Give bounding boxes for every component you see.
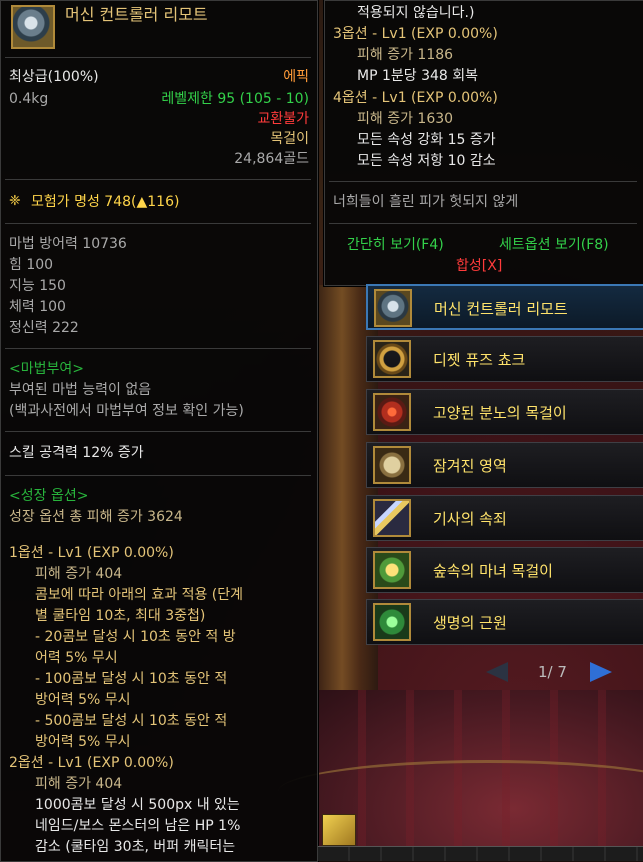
option-line: 1000콤보 달성 시 500px 내 있는	[35, 797, 240, 813]
item-price: 24,864골드	[234, 151, 309, 167]
carpet-floor	[278, 690, 643, 860]
popup-line: 피해 증가 1186	[357, 47, 454, 63]
set-list-item[interactable]: 생명의 근원	[366, 599, 643, 645]
set-list-item-label: 기사의 속죄	[433, 510, 507, 528]
simple-view-button[interactable]: 간단히 보기(F4)	[347, 235, 444, 255]
option-line: - 20콤보 달성 시 10초 동안 적 방	[35, 629, 236, 645]
option-line: 2옵션 - Lv1 (EXP 0.00%)	[9, 755, 174, 771]
popup-line: 적용되지 않습니다.)	[357, 5, 475, 21]
divider	[329, 181, 637, 182]
option-line: 어력 5% 무시	[35, 650, 118, 666]
fame-value: 모험가 명성 748(▲116)	[31, 194, 180, 210]
popup-line: 3옵션 - Lv1 (EXP 0.00%)	[333, 26, 498, 42]
item-weight: 0.4kg	[9, 91, 49, 107]
option-line: 콤보에 따라 아래의 효과 적용 (단계	[35, 587, 244, 603]
page-indicator: 1/ 7	[538, 663, 567, 681]
set-list-item[interactable]: 잠겨진 영역	[366, 442, 643, 488]
option-line: - 500콤보 달성 시 10초 동안 적	[35, 713, 228, 729]
stat-line: 마법 방어력 10736	[9, 236, 127, 252]
life-source-icon	[373, 603, 411, 641]
option-line: 네임드/보스 몬스터의 남은 HP 1%	[35, 818, 241, 834]
remote-icon	[374, 289, 412, 327]
fame-icon: ❈	[9, 193, 21, 209]
item-rarity: 에픽	[283, 69, 309, 85]
flavor-text: 너희들이 흘린 피가 헛되지 않게	[333, 194, 519, 210]
quick-slot-icon[interactable]	[322, 814, 356, 846]
enchant-header: <마법부여>	[9, 361, 84, 377]
divider	[5, 348, 311, 349]
set-list-item[interactable]: 디젯 퓨즈 쵸크	[366, 336, 643, 382]
popup-line: 모든 속성 강화 15 증가	[357, 132, 496, 148]
stat-line: 체력 100	[9, 299, 66, 315]
divider	[5, 179, 311, 180]
popup-line: 피해 증가 1630	[357, 111, 454, 127]
divider	[5, 475, 311, 476]
option-line: 1옵션 - Lv1 (EXP 0.00%)	[9, 545, 174, 561]
item-name: 머신 컨트롤러 리모트	[65, 5, 208, 24]
option-line: 감소 (쿨타임 30초, 버퍼 캐릭터는	[35, 839, 236, 855]
set-list-item-label: 디젯 퓨즈 쵸크	[433, 351, 526, 369]
set-list-item[interactable]: 고양된 분노의 목걸이	[366, 389, 643, 435]
item-type: 목걸이	[270, 131, 309, 147]
necklace-icon	[373, 393, 411, 431]
popup-line: 모든 속성 저항 10 감소	[357, 153, 496, 169]
skill-attack: 스킬 공격력 12% 증가	[9, 445, 144, 461]
enchant-line: (백과사전에서 마법부여 정보 확인 가능)	[9, 403, 244, 419]
trade-status: 교환불가	[257, 111, 309, 127]
growth-total: 성장 옵션 총 피해 증가 3624	[9, 509, 183, 525]
pager: 1/ 7	[486, 660, 616, 686]
option-line: 별 쿨타임 10초, 최대 3중첩)	[35, 608, 206, 624]
popup-line: MP 1분당 348 회복	[357, 68, 479, 84]
prev-page-icon[interactable]	[486, 662, 508, 682]
enchant-line: 부여된 마법 능력이 없음	[9, 382, 152, 398]
next-page-icon[interactable]	[590, 662, 612, 682]
set-list-item-label: 고양된 분노의 목걸이	[433, 404, 567, 422]
item-tooltip-continuation: 적용되지 않습니다.) 3옵션 - Lv1 (EXP 0.00%) 피해 증가 …	[324, 0, 643, 286]
growth-header: <성장 옵션>	[9, 488, 89, 504]
set-list-item[interactable]: 숲속의 마녀 목걸이	[366, 547, 643, 593]
level-requirement: 레벨제한 95 (105 - 10)	[161, 91, 309, 107]
divider	[5, 223, 311, 224]
stat-line: 지능 150	[9, 278, 66, 294]
item-grade: 최상급(100%)	[9, 69, 99, 85]
set-list-item-label: 머신 컨트롤러 리모트	[434, 300, 568, 318]
set-list-item-label: 숲속의 마녀 목걸이	[433, 562, 553, 580]
option-line: - 100콤보 달성 시 10초 동안 적	[35, 671, 228, 687]
quick-slot-bar	[318, 846, 643, 861]
set-list-item[interactable]: 머신 컨트롤러 리모트	[366, 284, 643, 330]
divider	[5, 431, 311, 432]
set-list-item[interactable]: 기사의 속죄	[366, 495, 643, 541]
knight-icon	[373, 499, 411, 537]
option-line: 피해 증가 404	[35, 566, 123, 582]
set-option-view-button[interactable]: 세트옵션 보기(F8)	[499, 235, 609, 255]
set-list-item-label: 생명의 근원	[433, 614, 507, 632]
stat-line: 힘 100	[9, 257, 54, 273]
option-line: 피해 증가 404	[35, 776, 123, 792]
item-tooltip-panel: 머신 컨트롤러 리모트 최상급(100%) 에픽 0.4kg 레벨제한 95 (…	[0, 0, 318, 862]
choker-icon	[373, 340, 411, 378]
option-line: 방어력 5% 무시	[35, 734, 131, 750]
witch-necklace-icon	[373, 551, 411, 589]
combine-button[interactable]: 합성[X]	[456, 256, 502, 276]
divider	[329, 223, 637, 224]
stat-line: 정신력 222	[9, 320, 79, 336]
option-line: 방어력 5% 무시	[35, 692, 131, 708]
set-list-item-label: 잠겨진 영역	[433, 457, 507, 475]
popup-line: 4옵션 - Lv1 (EXP 0.00%)	[333, 90, 498, 106]
divider	[5, 57, 311, 58]
clock-icon	[373, 446, 411, 484]
remote-item-icon	[11, 5, 55, 49]
